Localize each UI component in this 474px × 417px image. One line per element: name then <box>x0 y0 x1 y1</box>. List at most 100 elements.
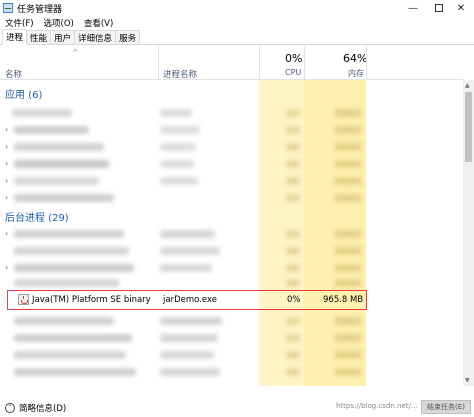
menu-file[interactable]: 文件(F) <box>0 17 39 29</box>
obscured-memory <box>334 351 362 359</box>
expand-chevron-icon[interactable]: › <box>5 142 8 151</box>
column-divider[interactable] <box>366 46 367 80</box>
obscured-cpu <box>286 194 300 202</box>
obscured-name <box>14 279 119 287</box>
tab-services[interactable]: 服务 <box>115 30 141 44</box>
maximize-icon <box>435 4 443 12</box>
task-manager-icon <box>3 3 13 13</box>
memory-total-percent: 64% <box>343 52 368 65</box>
obscured-process <box>160 247 220 255</box>
column-process-header[interactable]: 进程名称 <box>163 68 197 80</box>
fewer-details-link[interactable]: 简略信息(D) <box>19 402 66 414</box>
obscured-cpu <box>286 160 300 168</box>
obscured-memory <box>334 109 362 117</box>
obscured-memory <box>334 177 362 185</box>
obscured-cpu <box>286 351 300 359</box>
list-item[interactable] <box>0 346 463 364</box>
obscured-name <box>14 351 126 359</box>
obscured-memory <box>334 334 362 342</box>
obscured-memory <box>334 126 362 134</box>
expand-chevron-icon[interactable]: › <box>5 125 8 134</box>
menu-bar: 文件(F) 选项(O) 查看(V) <box>0 16 474 29</box>
column-header: ^ 名称 进程名称 0% CPU 64% 内存 <box>0 46 463 80</box>
obscured-name <box>14 177 99 185</box>
obscured-name <box>14 264 134 272</box>
tab-processes[interactable]: 进程 <box>2 29 28 45</box>
menu-view[interactable]: 查看(V) <box>79 17 118 29</box>
expand-chevron-icon[interactable]: › <box>5 176 8 185</box>
column-divider[interactable] <box>259 46 260 80</box>
obscured-name <box>14 126 89 134</box>
list-item[interactable]: › <box>0 138 463 156</box>
watermark: https://blog.csdn.net/... <box>336 402 418 410</box>
obscured-process <box>160 351 214 359</box>
obscured-process <box>160 368 220 376</box>
obscured-cpu <box>286 109 300 117</box>
obscured-cpu <box>286 247 300 255</box>
expand-chevron-icon[interactable]: › <box>5 159 8 168</box>
tab-bar: 进程 性能 用户 详细信息 服务 <box>0 29 474 45</box>
list-item[interactable]: › <box>0 189 463 207</box>
end-task-button[interactable]: 结束任务(E) <box>421 400 471 414</box>
expand-chevron-icon[interactable]: › <box>5 193 8 202</box>
obscured-cpu <box>286 334 300 342</box>
tab-users[interactable]: 用户 <box>50 30 76 44</box>
obscured-name <box>14 317 114 325</box>
obscured-cpu <box>286 279 300 287</box>
list-item[interactable]: › <box>0 172 463 190</box>
list-item[interactable] <box>0 242 463 260</box>
column-cpu-header[interactable]: CPU <box>285 68 301 77</box>
java-icon <box>18 294 29 305</box>
obscured-cpu <box>286 317 300 325</box>
list-item[interactable]: › <box>0 121 463 139</box>
obscured-memory <box>334 160 362 168</box>
obscured-name <box>14 247 129 255</box>
column-divider[interactable] <box>304 46 305 80</box>
collapse-icon[interactable]: ⌃ <box>5 402 15 413</box>
obscured-memory <box>334 194 362 202</box>
column-memory-header[interactable]: 内存 <box>348 68 364 79</box>
tab-details[interactable]: 详细信息 <box>74 30 117 44</box>
obscured-process <box>160 230 215 238</box>
column-name-header[interactable]: 名称 <box>5 68 22 80</box>
tab-performance[interactable]: 性能 <box>26 30 52 44</box>
obscured-cpu <box>286 177 300 185</box>
column-divider[interactable] <box>158 46 159 80</box>
window-title: 任务管理器 <box>17 4 63 15</box>
list-item[interactable]: › <box>0 155 463 173</box>
obscured-name <box>14 368 136 376</box>
obscured-name <box>14 334 132 342</box>
obscured-memory <box>334 247 362 255</box>
scroll-down-icon[interactable]: ▼ <box>465 377 470 384</box>
list-item[interactable] <box>0 363 463 381</box>
obscured-process <box>160 264 212 272</box>
obscured-process <box>160 334 218 342</box>
obscured-cpu <box>286 264 300 272</box>
obscured-process <box>160 143 196 151</box>
obscured-name <box>12 109 72 117</box>
obscured-cpu <box>286 143 300 151</box>
obscured-memory <box>334 317 362 325</box>
obscured-name <box>14 143 104 151</box>
list-item[interactable] <box>0 312 463 330</box>
scrollbar-thumb[interactable] <box>465 92 472 162</box>
process-memory: 965.8 MB <box>323 295 364 305</box>
obscured-name <box>14 160 109 168</box>
section-apps[interactable]: 应用 (6) <box>5 86 42 101</box>
close-button[interactable]: ✕ <box>448 0 474 16</box>
list-item[interactable]: › <box>0 225 463 243</box>
obscured-memory <box>334 230 362 238</box>
minimize-button[interactable]: — <box>400 0 426 16</box>
cpu-total-percent: 0% <box>285 52 303 65</box>
obscured-process <box>160 126 200 134</box>
list-item[interactable] <box>0 104 463 122</box>
menu-options[interactable]: 选项(O) <box>39 17 79 29</box>
list-item[interactable] <box>0 329 463 347</box>
obscured-name <box>14 230 124 238</box>
scroll-up-icon[interactable]: ▲ <box>465 82 470 89</box>
section-background-processes[interactable]: 后台进程 (29) <box>5 209 69 224</box>
sort-indicator-icon: ^ <box>72 48 79 57</box>
obscured-process <box>160 160 194 168</box>
expand-chevron-icon[interactable]: › <box>5 229 8 238</box>
expand-chevron-icon[interactable]: › <box>5 263 8 272</box>
